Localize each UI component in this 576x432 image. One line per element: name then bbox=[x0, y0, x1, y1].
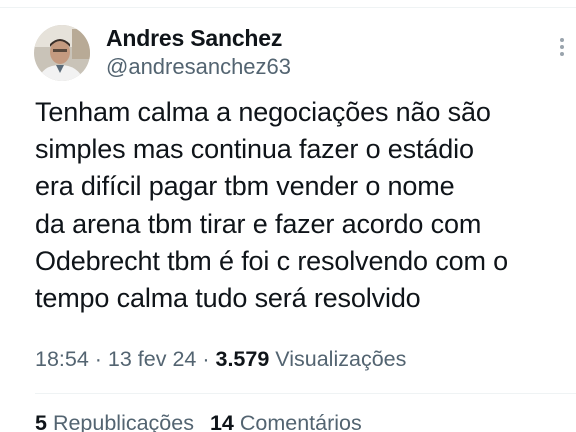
views-count[interactable]: 3.579 bbox=[216, 347, 270, 371]
top-divider bbox=[0, 7, 576, 8]
tweet-line: da arena tbm tirar e fazer acordo com bbox=[35, 208, 482, 239]
reposts-label: Republicações bbox=[46, 411, 194, 432]
avatar[interactable] bbox=[34, 25, 90, 81]
reposts-count: 5 bbox=[35, 411, 47, 432]
more-options-icon[interactable] bbox=[556, 38, 568, 60]
author-handle[interactable]: @andresanchez63 bbox=[106, 54, 291, 80]
comments-label: Comentários bbox=[233, 411, 362, 432]
tweet-line: Tenham calma a negociações não são bbox=[35, 97, 491, 127]
bottom-divider bbox=[35, 393, 576, 394]
views-label[interactable]: Visualizações bbox=[269, 347, 406, 371]
tweet-line: simples mas continua fazer o estádio bbox=[35, 134, 474, 165]
engagement-stats: 5 Republicações 14 Comentários bbox=[35, 408, 372, 432]
tweet-date[interactable]: 13 fev 24 bbox=[108, 347, 196, 371]
comments-count: 14 bbox=[209, 411, 234, 432]
author-name[interactable]: Andres Sanchez bbox=[106, 24, 282, 52]
tweet-line: era difícil pagar tbm vender o nome bbox=[35, 171, 455, 202]
meta-separator: · bbox=[196, 347, 216, 371]
meta-separator: · bbox=[88, 347, 108, 371]
tweet-time[interactable]: 18:54 bbox=[35, 347, 89, 371]
tweet-meta: 18:54 · 13 fev 24 · 3.579 Visualizações bbox=[35, 344, 406, 374]
profile-photo-icon bbox=[34, 25, 90, 81]
reposts-link[interactable]: 5 Republicações bbox=[35, 411, 194, 432]
tweet-line: tempo calma tudo será resolvido bbox=[35, 283, 421, 314]
tweet-text: Tenham calma a negociações não são simpl… bbox=[35, 94, 576, 317]
tweet-line: Odebrecht tbm é foi c resolvendo com o bbox=[35, 245, 509, 276]
comments-link[interactable]: 14 Comentários bbox=[210, 411, 362, 432]
